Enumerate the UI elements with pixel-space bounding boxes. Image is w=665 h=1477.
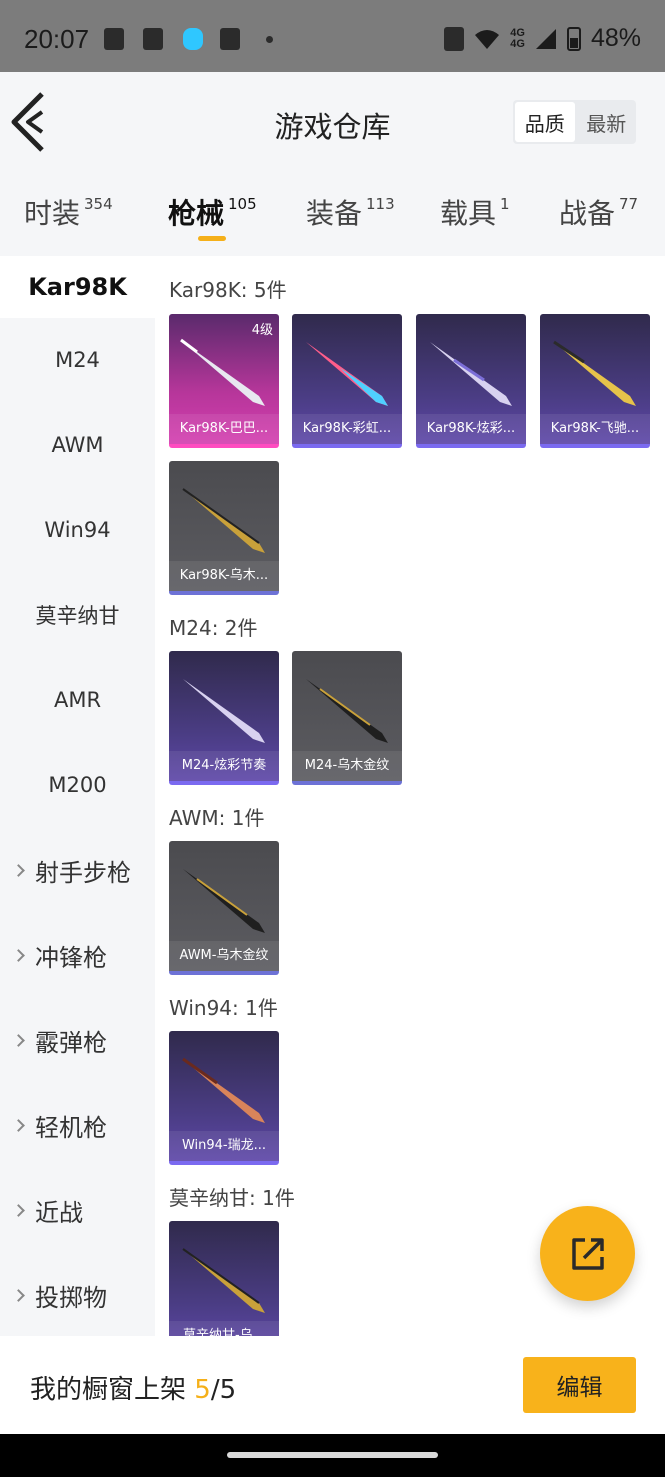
item-card[interactable]: Kar98K-彩虹... bbox=[292, 314, 402, 448]
showcase-total: /5 bbox=[210, 1375, 237, 1405]
sidebar-item-kar98k[interactable]: Kar98K bbox=[0, 256, 155, 318]
item-label: Win94-瑞龙... bbox=[169, 1131, 279, 1161]
rifle-icon bbox=[183, 679, 265, 743]
item-level: 4级 bbox=[251, 323, 273, 338]
signal-icon bbox=[535, 28, 556, 49]
share-button[interactable] bbox=[540, 1206, 635, 1301]
network-type: 4G 4G bbox=[510, 26, 525, 50]
item-card[interactable]: M24-乌木金纹 bbox=[292, 651, 402, 785]
rifle-icon bbox=[553, 340, 636, 406]
item-label: Kar98K-巴巴... bbox=[169, 414, 279, 444]
status-time: 20:07 bbox=[24, 24, 90, 54]
item-label: Kar98K-炫彩... bbox=[416, 414, 526, 444]
share-external-icon bbox=[571, 1237, 604, 1270]
item-label: Kar98K-彩虹... bbox=[292, 414, 402, 444]
sidebar-item-mosin[interactable]: 莫辛纳甘 bbox=[0, 585, 155, 645]
sidebar-group-melee[interactable]: 近战 bbox=[0, 1180, 155, 1240]
sim-icon bbox=[444, 26, 465, 51]
chevron-right-icon bbox=[12, 948, 25, 962]
item-label: Kar98K-飞驰... bbox=[540, 414, 650, 444]
sidebar-group-smg[interactable]: 冲锋枪 bbox=[0, 925, 155, 985]
system-nav-bar bbox=[0, 1434, 665, 1477]
tab-active-indicator bbox=[198, 236, 226, 241]
sidebar-group-throwables[interactable]: 投掷物 bbox=[0, 1265, 155, 1325]
item-card[interactable]: 4级 Kar98K-巴巴... bbox=[169, 314, 279, 448]
section-title: 莫辛纳甘: 1件 bbox=[169, 1186, 295, 1210]
sidebar-item-awm[interactable]: AWM bbox=[0, 415, 155, 475]
tab-combat-gear[interactable]: 战备 77 bbox=[559, 192, 638, 232]
sidebar-group-dmr[interactable]: 射手步枪 bbox=[0, 840, 155, 900]
item-card[interactable]: Kar98K-炫彩... bbox=[416, 314, 526, 448]
sidebar-item-m200[interactable]: M200 bbox=[0, 755, 155, 815]
notification-icon bbox=[183, 28, 203, 50]
rifle-icon bbox=[180, 338, 265, 406]
item-card[interactable]: AWM-乌木金纹 bbox=[169, 841, 279, 975]
section-title: Kar98K: 5件 bbox=[169, 278, 287, 302]
chevron-right-icon bbox=[12, 1118, 25, 1132]
item-label: Kar98K-乌木... bbox=[169, 561, 279, 591]
tab-firearms[interactable]: 枪械 105 bbox=[168, 192, 257, 232]
item-card[interactable]: Kar98K-飞驰... bbox=[540, 314, 650, 448]
item-label: M24-炫彩节奏 bbox=[169, 751, 279, 781]
item-label: 莫辛纳甘-乌... bbox=[169, 1321, 279, 1336]
rifle-icon bbox=[182, 488, 265, 553]
tab-equipment[interactable]: 装备 113 bbox=[306, 192, 395, 232]
section-title: Win94: 1件 bbox=[169, 996, 278, 1020]
showcase-status: 我的橱窗上架 5/5 bbox=[30, 1375, 237, 1405]
notification-icon bbox=[104, 28, 124, 50]
chevron-right-icon bbox=[12, 1203, 25, 1217]
home-indicator[interactable] bbox=[227, 1452, 438, 1458]
sort-quality[interactable]: 品质 bbox=[515, 102, 575, 142]
category-tabs: 时装 354 枪械 105 装备 113 载具 1 战备 77 bbox=[0, 172, 665, 256]
sort-toggle: 品质 最新 bbox=[513, 100, 636, 144]
showcase-bar: 我的橱窗上架 5/5 编辑 bbox=[0, 1336, 665, 1434]
sidebar-group-shotgun[interactable]: 霰弹枪 bbox=[0, 1010, 155, 1070]
chevron-right-icon bbox=[12, 1033, 25, 1047]
edit-button[interactable]: 编辑 bbox=[523, 1357, 636, 1413]
rifle-icon bbox=[430, 342, 512, 406]
notification-icon bbox=[143, 28, 163, 50]
sort-newest[interactable]: 最新 bbox=[577, 100, 637, 144]
sidebar-item-win94[interactable]: Win94 bbox=[0, 500, 155, 560]
weapon-sidebar: Kar98K M24 AWM Win94 莫辛纳甘 AMR M200 射手步枪 … bbox=[0, 256, 155, 1336]
tab-vehicles[interactable]: 载具 1 bbox=[440, 192, 510, 232]
item-card[interactable]: Win94-瑞龙... bbox=[169, 1031, 279, 1165]
mail-icon bbox=[220, 28, 240, 50]
item-card[interactable]: 莫辛纳甘-乌... bbox=[169, 1221, 279, 1336]
showcase-current-count: 5 bbox=[194, 1375, 211, 1405]
item-card[interactable]: M24-炫彩节奏 bbox=[169, 651, 279, 785]
more-notifications-dot bbox=[266, 36, 273, 43]
tab-fashion[interactable]: 时装 354 bbox=[24, 192, 113, 232]
section-title: AWM: 1件 bbox=[169, 806, 265, 830]
status-bar: 20:07 4G 4G 48% bbox=[0, 0, 665, 72]
header: 游戏仓库 品质 最新 bbox=[0, 72, 665, 172]
battery-icon bbox=[566, 26, 581, 51]
rifle-icon bbox=[306, 679, 388, 743]
item-label: M24-乌木金纹 bbox=[292, 751, 402, 781]
rifle-icon bbox=[182, 1248, 265, 1313]
status-right: 4G 4G 48% bbox=[444, 24, 641, 53]
rifle-icon bbox=[183, 869, 265, 933]
sidebar-item-m24[interactable]: M24 bbox=[0, 330, 155, 390]
chevron-right-icon bbox=[12, 863, 25, 877]
weapon-list: Kar98K: 5件 4级 Kar98K-巴巴... Kar98K-彩虹... … bbox=[155, 256, 665, 1336]
sidebar-group-lmg[interactable]: 轻机枪 bbox=[0, 1095, 155, 1155]
chevron-right-icon bbox=[12, 1288, 25, 1302]
wifi-icon bbox=[475, 29, 500, 49]
rifle-icon bbox=[182, 1057, 265, 1123]
section-title: M24: 2件 bbox=[169, 616, 258, 640]
item-card[interactable]: Kar98K-乌木... bbox=[169, 461, 279, 595]
battery-level: 48% bbox=[590, 24, 641, 52]
sidebar-item-amr[interactable]: AMR bbox=[0, 670, 155, 730]
item-label: AWM-乌木金纹 bbox=[169, 941, 279, 971]
rifle-icon bbox=[306, 342, 388, 406]
